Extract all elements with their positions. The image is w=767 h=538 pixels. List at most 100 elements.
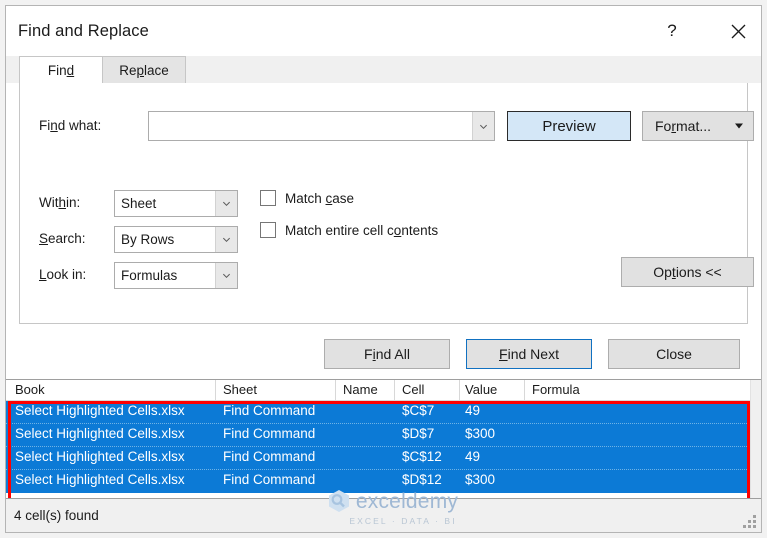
find-next-button[interactable]: Find Next [466, 339, 592, 369]
within-select[interactable]: Sheet [114, 190, 238, 217]
find-options-group: Find what: Preview Fo r mat... Within: S… [19, 83, 754, 324]
options-button[interactable]: Op t ions << [621, 257, 754, 287]
checkbox-box-icon[interactable] [260, 222, 276, 238]
within-label-post: in: [66, 195, 81, 210]
cell-address: $C$7 [402, 403, 435, 418]
cell-book: Select Highlighted Cells.xlsx [15, 426, 185, 441]
cell-book: Select Highlighted Cells.xlsx [15, 403, 185, 418]
find-what-label-post: d what: [57, 118, 102, 133]
look-in-value[interactable]: Formulas [115, 263, 215, 288]
status-bar: 4 cell(s) found [6, 498, 761, 532]
table-row[interactable]: Select Highlighted Cells.xlsx Find Comma… [6, 424, 761, 447]
cell-sheet: Find Command [223, 426, 316, 441]
match-case-label: Match case [285, 191, 354, 206]
checkbox-box-icon[interactable] [260, 190, 276, 206]
find-what-value[interactable] [149, 112, 472, 140]
cell-value: $300 [465, 472, 496, 487]
find-all-button[interactable]: Fi nd All [324, 339, 450, 369]
options-label-post: ions << [675, 264, 722, 280]
results-list[interactable]: Book Sheet Name Cell Value Formula Selec… [6, 379, 761, 498]
table-row[interactable]: Select Highlighted Cells.xlsx Find Comma… [6, 470, 761, 493]
chevron-down-icon[interactable] [215, 263, 237, 288]
tab-replace-accel: p [136, 62, 144, 78]
within-label-accel: h [58, 195, 67, 210]
close-icon[interactable] [715, 9, 761, 53]
format-label-pre: Fo [655, 118, 672, 134]
search-select[interactable]: By Rows [114, 226, 238, 253]
find-what-input[interactable] [148, 111, 495, 141]
column-header-value[interactable]: Value [465, 382, 497, 397]
preview-button[interactable]: Preview [507, 111, 631, 141]
cell-book: Select Highlighted Cells.xlsx [15, 472, 185, 487]
find-what-label: Find what: [39, 118, 101, 133]
column-header-sheet[interactable]: Sheet [223, 382, 257, 397]
column-header-formula[interactable]: Formula [532, 382, 580, 397]
column-divider[interactable] [459, 380, 460, 400]
find-what-row: Find what: Preview Fo r mat... [20, 111, 754, 141]
status-text: 4 cell(s) found [14, 508, 99, 523]
match-entire-cell-checkbox[interactable]: Match entire cell contents [260, 222, 438, 238]
column-divider[interactable] [524, 380, 525, 400]
find-and-replace-dialog: Find and Replace ? Fin d Re p lace Find wha… [5, 5, 762, 533]
find-what-label-pre: Fi [39, 118, 51, 133]
action-bar: Fi nd All Find Next Close [6, 331, 761, 379]
close-button[interactable]: Close [608, 339, 740, 369]
table-row[interactable]: Select Highlighted Cells.xlsx Find Comma… [6, 401, 761, 424]
results-scrollbar[interactable] [750, 380, 761, 498]
within-value[interactable]: Sheet [115, 191, 215, 216]
look-in-label-accel: L [39, 267, 47, 282]
close-button-label: Close [656, 346, 692, 362]
match-case-label-post: ase [332, 190, 355, 206]
find-all-label-pre: F [364, 346, 373, 362]
column-divider[interactable] [335, 380, 336, 400]
column-header-book[interactable]: Book [15, 382, 45, 397]
chevron-down-icon[interactable] [215, 191, 237, 216]
results-header: Book Sheet Name Cell Value Formula [6, 380, 761, 401]
column-header-name[interactable]: Name [343, 382, 378, 397]
cell-address: $C$12 [402, 449, 442, 464]
column-divider[interactable] [215, 380, 216, 400]
column-divider[interactable] [394, 380, 395, 400]
within-label-pre: Wit [39, 195, 59, 210]
chevron-down-icon[interactable] [215, 227, 237, 252]
search-value[interactable]: By Rows [115, 227, 215, 252]
cell-book: Select Highlighted Cells.xlsx [15, 449, 185, 464]
help-icon[interactable]: ? [649, 9, 695, 53]
results-rows: Select Highlighted Cells.xlsx Find Comma… [6, 401, 761, 493]
find-next-label-accel: F [499, 346, 508, 362]
cell-sheet: Find Command [223, 472, 316, 487]
match-entire-cell-label: Match entire cell contents [285, 223, 438, 238]
format-button[interactable]: Fo r mat... [642, 111, 754, 141]
search-label: Search: [39, 231, 86, 246]
title-bar: Find and Replace ? [6, 6, 761, 56]
dialog-title: Find and Replace [18, 21, 149, 40]
options-label-pre: Op [653, 264, 672, 280]
cell-value: 49 [465, 403, 481, 418]
chevron-down-icon[interactable] [472, 112, 494, 140]
find-panel: Find what: Preview Fo r mat... Within: S… [6, 83, 761, 331]
cell-address: $D$12 [402, 472, 442, 487]
format-label-post: mat... [676, 118, 712, 134]
format-dropdown-arrow-icon[interactable] [735, 123, 743, 129]
look-in-select[interactable]: Formulas [114, 262, 238, 289]
look-in-label: Look in: [39, 267, 86, 282]
match-cell-label-post: ntents [401, 222, 439, 238]
column-header-cell[interactable]: Cell [402, 382, 424, 397]
find-next-label-post: ind Next [507, 346, 559, 362]
match-case-checkbox[interactable]: Match case [260, 190, 354, 206]
tab-replace[interactable]: Re p lace [102, 56, 186, 83]
tab-find-accel: d [66, 62, 75, 78]
cell-address: $D$7 [402, 426, 435, 441]
cell-value: $300 [465, 426, 496, 441]
look-in-label-post: ook in: [46, 267, 87, 282]
tab-find-label: Fin [47, 62, 67, 78]
screen: Find and Replace ? Fin d Re p lace Find wha… [0, 0, 767, 538]
search-label-post: earch: [48, 231, 86, 246]
resize-grip-icon[interactable] [743, 515, 756, 528]
search-label-accel: S [39, 231, 49, 246]
table-row[interactable]: Select Highlighted Cells.xlsx Find Comma… [6, 447, 761, 470]
title-bar-buttons: ? [649, 6, 761, 56]
tab-find[interactable]: Fin d [19, 56, 103, 83]
find-what-label-accel: n [50, 118, 58, 133]
within-label: Within: [39, 195, 80, 210]
